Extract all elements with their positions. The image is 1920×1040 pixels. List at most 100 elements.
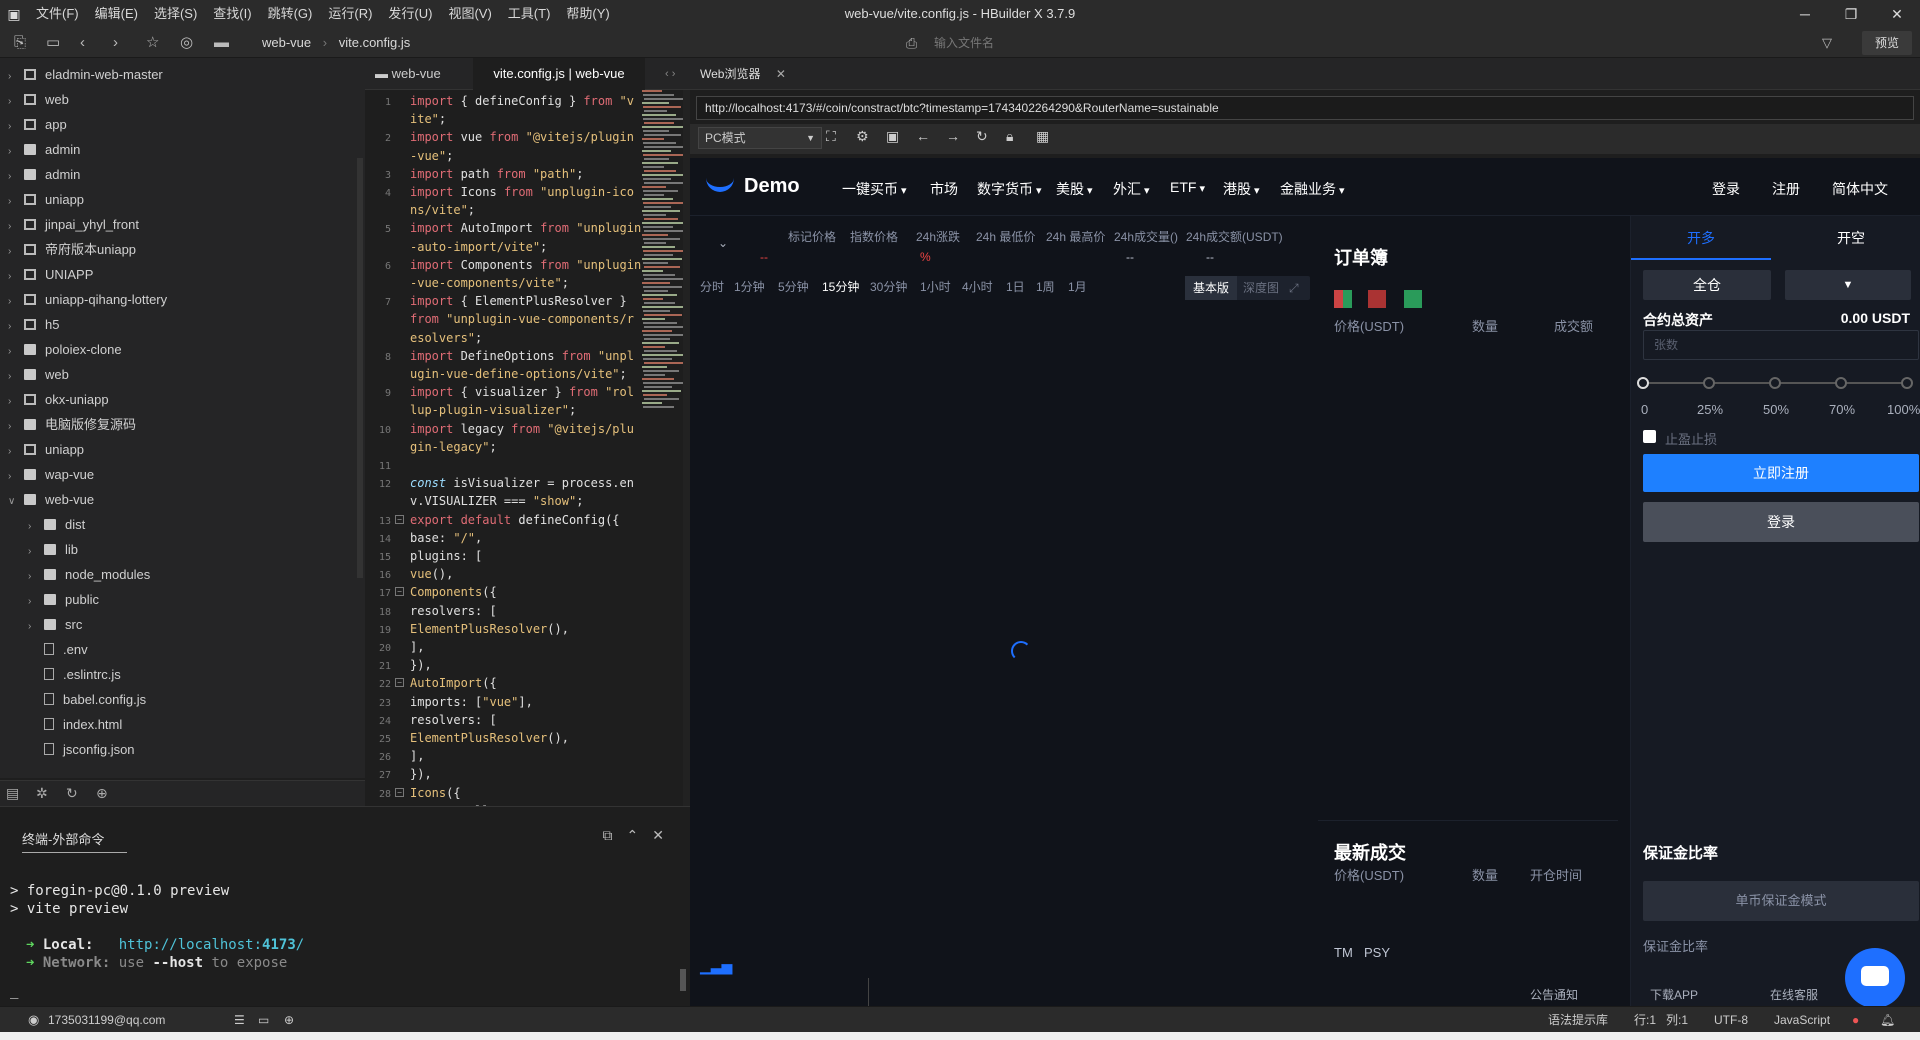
tree-scrollbar[interactable] — [357, 158, 363, 578]
tree-item[interactable]: › uniapp-qihang-lottery — [8, 287, 167, 312]
fold-toggle-icon[interactable]: − — [395, 787, 404, 797]
tree-item[interactable]: .eslintrc.js — [28, 662, 121, 687]
devtools-icon[interactable]: ▣ — [886, 128, 899, 145]
terminal-tab[interactable]: 终端-外部命令 — [22, 829, 127, 853]
chevron-down-icon[interactable]: ⌄ — [718, 236, 728, 250]
nav-item[interactable]: 外汇 ▾ — [1113, 179, 1150, 199]
tree-item[interactable]: › UNIAPP — [8, 262, 93, 287]
tree-item[interactable]: › 帝府版本uniapp — [8, 237, 136, 262]
close-icon[interactable]: ✕ — [1874, 0, 1920, 28]
status-col[interactable]: 列:1 — [1666, 1007, 1688, 1033]
bell-icon[interactable]: 🔔︎ — [1880, 1007, 1895, 1033]
terminal-scrollbar[interactable] — [680, 969, 686, 991]
orderbook-buy-icon[interactable] — [1404, 290, 1422, 308]
screenshot-icon[interactable]: ⛶ — [826, 128, 836, 145]
tree-item[interactable]: › uniapp — [8, 187, 84, 212]
chat-support-button[interactable] — [1845, 948, 1905, 1006]
tree-item[interactable]: .env — [28, 637, 88, 662]
maximize-icon[interactable]: ⌃ — [627, 827, 653, 843]
status-syntax-hint[interactable]: 语法提示库 — [1548, 1007, 1608, 1033]
menu-item[interactable]: 运行(R) — [320, 0, 380, 28]
forward-icon[interactable]: › — [113, 28, 118, 58]
tp-sl-checkbox[interactable] — [1643, 430, 1656, 443]
tree-item[interactable]: › lib — [28, 537, 78, 562]
list-icon[interactable]: ☰ — [234, 1007, 245, 1033]
menu-item[interactable]: 发行(U) — [380, 0, 440, 28]
nav-item[interactable]: ETF ▾ — [1170, 179, 1205, 195]
nav-item[interactable]: 港股 ▾ — [1223, 179, 1260, 199]
editor-scrollbar[interactable] — [683, 90, 690, 806]
filter-icon[interactable]: ▽ — [1822, 28, 1832, 58]
interval-8[interactable]: 1周 — [1036, 278, 1055, 295]
project-manager-icon[interactable]: ▤ — [6, 785, 19, 802]
tree-item[interactable]: › poloiex-clone — [8, 337, 122, 362]
restore-icon[interactable]: ❐ — [1828, 0, 1874, 28]
fold-toggle-icon[interactable]: − — [395, 587, 404, 597]
url-input[interactable]: http://localhost:4173/#/coin/constract/b… — [696, 96, 1914, 120]
tree-item[interactable]: › 电脑版修复源码 — [8, 412, 136, 437]
file-search-input[interactable]: ⎙ 输入文件名 — [900, 32, 1520, 54]
sync-icon[interactable]: ↻ — [66, 785, 78, 802]
tree-item[interactable]: › uniapp — [8, 437, 84, 462]
interval-7[interactable]: 1日 — [1006, 278, 1025, 295]
login-button[interactable]: 登录 — [1643, 502, 1919, 542]
footer-link-support[interactable]: 在线客服 — [1770, 986, 1818, 1003]
tree-item[interactable]: › h5 — [8, 312, 59, 337]
tree-item[interactable]: › eladmin-web-master — [8, 62, 163, 87]
orderbook-both-icon[interactable] — [1334, 290, 1352, 308]
menu-item[interactable]: 文件(F) — [28, 0, 87, 28]
debug-icon[interactable]: ✲ — [36, 785, 48, 802]
update-icon[interactable]: ● — [1852, 1007, 1859, 1033]
forward-icon[interactable]: → — [946, 128, 960, 144]
minimize-icon[interactable]: ─ — [1782, 0, 1828, 28]
tree-item[interactable]: › dist — [28, 512, 85, 537]
settings-icon[interactable]: ⚙ — [856, 128, 869, 145]
footer-link-app[interactable]: 下载APP — [1650, 986, 1698, 1003]
console-icon[interactable]: ▭ — [258, 1007, 269, 1033]
menu-item[interactable]: 编辑(E) — [87, 0, 146, 28]
globe-icon[interactable]: ⊕ — [284, 1007, 294, 1033]
interval-2[interactable]: 5分钟 — [778, 278, 809, 295]
status-row[interactable]: 行:1 — [1634, 1007, 1656, 1033]
leverage-select[interactable]: ▼ — [1785, 270, 1911, 300]
menu-item[interactable]: 跳转(G) — [260, 0, 321, 28]
interval-3[interactable]: 15分钟 — [822, 278, 859, 295]
tree-item[interactable]: index.html — [28, 712, 122, 737]
margin-mode-button[interactable]: 全仓 — [1643, 270, 1771, 300]
nav-right-item[interactable]: 注册 — [1772, 179, 1800, 199]
slider-mark-50[interactable] — [1769, 377, 1781, 389]
interval-1[interactable]: 1分钟 — [734, 278, 765, 295]
interval-5[interactable]: 1小时 — [920, 278, 951, 295]
interval-6[interactable]: 4小时 — [962, 278, 993, 295]
view-depth-button[interactable]: 深度图 — [1243, 276, 1279, 300]
status-user[interactable]: 1735031199@qq.com — [48, 1007, 165, 1033]
slider-mark-100[interactable] — [1901, 377, 1913, 389]
tree-item[interactable]: › web — [8, 87, 69, 112]
status-language[interactable]: JavaScript — [1774, 1007, 1830, 1033]
breadcrumb-project[interactable]: web-vue — [262, 35, 311, 50]
tree-item[interactable]: › web — [8, 362, 69, 387]
close-panel-icon[interactable]: ✕ — [652, 827, 678, 843]
footer-link-notice[interactable]: 公告通知 — [1530, 986, 1578, 1003]
preview-button[interactable]: 预览 — [1862, 31, 1912, 55]
star-icon[interactable]: ☆ — [146, 28, 159, 58]
qty-input[interactable]: 张数 — [1643, 330, 1919, 360]
fold-toggle-icon[interactable]: − — [395, 678, 404, 688]
view-basic-button[interactable]: 基本版 — [1185, 276, 1238, 300]
site-brand[interactable]: Demo — [744, 175, 800, 198]
back-icon[interactable]: ‹ — [80, 28, 85, 58]
breadcrumb-file[interactable]: vite.config.js — [339, 35, 411, 50]
tree-item[interactable]: › wap-vue — [8, 462, 94, 487]
menu-item[interactable]: 帮助(Y) — [558, 0, 617, 28]
tree-item[interactable]: › okx-uniapp — [8, 387, 109, 412]
slider-handle[interactable] — [1637, 377, 1649, 389]
interval-4[interactable]: 30分钟 — [870, 278, 907, 295]
tree-item[interactable]: jsconfig.json — [28, 737, 135, 762]
nav-item[interactable]: 美股 ▾ — [1056, 179, 1093, 199]
fold-toggle-icon[interactable]: − — [395, 514, 404, 524]
tree-item[interactable]: › public — [28, 587, 99, 612]
new-file-icon[interactable]: ⎘ — [14, 28, 26, 58]
orderbook-sell-icon[interactable] — [1368, 290, 1386, 308]
indicator-psy[interactable]: PSY — [1364, 945, 1390, 960]
nav-right-item[interactable]: 登录 — [1712, 179, 1740, 199]
